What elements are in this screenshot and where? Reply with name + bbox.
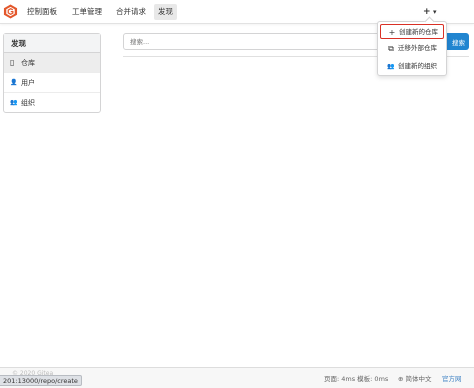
user-icon: 👤 — [10, 79, 18, 86]
globe-icon: ⊕ — [398, 375, 404, 383]
sidebar-header: 发现 — [4, 34, 100, 53]
nav-pull-requests[interactable]: 合并请求 — [112, 4, 150, 20]
create-menu-caret[interactable]: ▾ — [433, 4, 437, 20]
gitea-logo-icon[interactable] — [3, 4, 18, 19]
menu-item-label: 迁移外部仓库 — [398, 44, 437, 52]
chevron-down-icon: ▾ — [433, 8, 437, 16]
nav-explore[interactable]: 发现 — [154, 4, 177, 20]
nav-issues[interactable]: 工单管理 — [68, 4, 106, 20]
sidebar-item-label: 用户 — [21, 79, 35, 87]
sidebar-item-label: 组织 — [21, 99, 35, 107]
menu-item-new-repo[interactable]: + 创建新的仓库 — [380, 24, 444, 39]
plus-icon: + — [388, 28, 396, 37]
repo-clone-icon: ⧉ — [388, 44, 394, 53]
organization-icon: 👥 — [10, 99, 18, 106]
create-dropdown-menu: + 创建新的仓库 ⧉ 迁移外部仓库 👥 创建新的组织 — [377, 21, 447, 76]
sidebar-item-repos[interactable]: ▯ 仓库 — [4, 53, 100, 73]
menu-item-new-org[interactable]: 👥 创建新的组织 — [380, 59, 444, 74]
repo-icon: ▯ — [10, 58, 15, 67]
browser-status-url: 201:13000/repo/create — [0, 375, 82, 386]
language-selector[interactable]: ⊕ 简体中文 — [398, 373, 432, 383]
sidebar-item-users[interactable]: 👤 用户 — [4, 73, 100, 93]
menu-item-migrate-repo[interactable]: ⧉ 迁移外部仓库 — [380, 41, 444, 56]
footer-performance: 页面: 4ms 模板: 0ms — [324, 375, 389, 383]
explore-sidebar: 发现 ▯ 仓库 👤 用户 👥 组织 — [3, 33, 101, 113]
sidebar-item-orgs[interactable]: 👥 组织 — [4, 93, 100, 113]
nav-dashboard[interactable]: 控制面板 — [23, 4, 61, 20]
organization-icon: 👥 — [387, 63, 395, 70]
language-label: 简体中文 — [405, 375, 432, 383]
footer-official-link[interactable]: 官方网 — [442, 373, 462, 383]
menu-item-label: 创建新的组织 — [398, 62, 437, 70]
sidebar-item-label: 仓库 — [21, 59, 35, 67]
menu-item-label: 创建新的仓库 — [399, 28, 438, 36]
